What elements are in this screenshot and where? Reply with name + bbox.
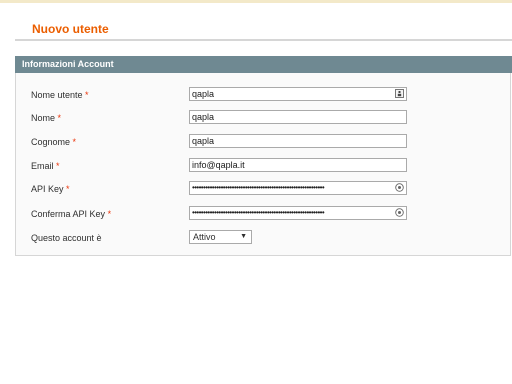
account-status-select[interactable]: Attivo ▼: [189, 230, 252, 244]
fieldset-header: Informazioni Account: [15, 56, 512, 73]
api-key-label-text: API Key: [31, 184, 64, 194]
title-divider: [15, 39, 512, 41]
username-label-text: Nome utente: [31, 90, 83, 100]
required-marker: *: [56, 161, 60, 171]
required-marker: *: [66, 184, 70, 194]
api-key-confirm-value: ••••••••••••••••••••••••••••••••••••••••…: [192, 208, 325, 217]
api-key-field[interactable]: ••••••••••••••••••••••••••••••••••••••••…: [189, 181, 407, 195]
api-key-value: ••••••••••••••••••••••••••••••••••••••••…: [192, 183, 325, 192]
lastname-label-text: Cognome: [31, 137, 71, 147]
required-marker: *: [85, 90, 89, 100]
username-label: Nome utente *: [31, 89, 89, 101]
username-field[interactable]: qapla: [189, 87, 407, 101]
lastname-label: Cognome *: [31, 136, 76, 148]
reveal-password-icon[interactable]: [395, 208, 404, 217]
email-label-text: Email: [31, 161, 54, 171]
account-status-value: Attivo: [193, 232, 216, 242]
lastname-field[interactable]: qapla: [189, 134, 407, 148]
contact-card-icon[interactable]: [395, 89, 404, 98]
firstname-value: qapla: [192, 112, 215, 122]
account-status-label-text: Questo account è: [31, 233, 102, 243]
top-border: [0, 0, 512, 3]
api-key-confirm-label-text: Conferma API Key: [31, 209, 106, 219]
required-marker: *: [107, 209, 112, 219]
api-key-label: API Key *: [31, 183, 70, 195]
email-value: info@qapla.it: [192, 160, 245, 170]
chevron-down-icon: ▼: [240, 233, 247, 240]
required-marker: *: [72, 137, 77, 147]
required-marker: *: [57, 113, 62, 123]
api-key-confirm-field[interactable]: ••••••••••••••••••••••••••••••••••••••••…: [189, 206, 407, 220]
email-field[interactable]: info@qapla.it: [189, 158, 407, 172]
account-status-label: Questo account è: [31, 232, 102, 244]
firstname-label: Nome *: [31, 112, 61, 124]
account-fieldset: [15, 56, 511, 256]
firstname-label-text: Nome: [31, 113, 56, 123]
reveal-password-icon[interactable]: [395, 183, 404, 192]
api-key-confirm-label: Conferma API Key *: [31, 208, 111, 220]
page-title: Nuovo utente: [32, 22, 109, 36]
lastname-value: qapla: [192, 136, 215, 146]
firstname-field[interactable]: qapla: [189, 110, 407, 124]
email-label: Email *: [31, 160, 60, 172]
username-value: qapla: [192, 89, 215, 99]
